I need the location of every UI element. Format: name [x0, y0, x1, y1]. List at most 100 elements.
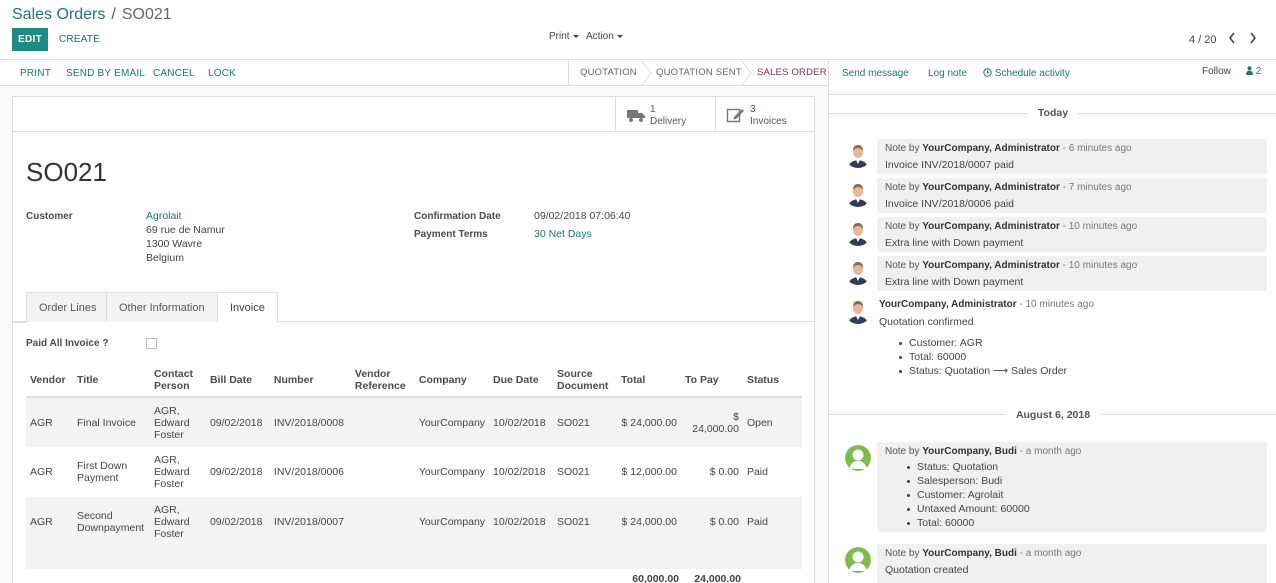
- stage-quotation[interactable]: QUOTATION: [580, 60, 637, 86]
- tracking-value: Total: 60000: [899, 350, 1067, 364]
- message-author[interactable]: YourCompany, Administrator: [922, 182, 1060, 193]
- table-row[interactable]: AGR First Down Payment AGR, Edward Foste…: [26, 447, 802, 497]
- avatar[interactable]: [845, 181, 871, 207]
- table-empty-row: [26, 547, 802, 569]
- message-time: - a month ago: [1016, 446, 1082, 457]
- column-header-vendor[interactable]: Vendor: [26, 363, 73, 398]
- cell-company: YourCompany: [418, 466, 486, 478]
- message-author[interactable]: YourCompany, Administrator: [922, 143, 1060, 154]
- avatar[interactable]: [845, 298, 871, 324]
- invoices-smart-button[interactable]: 3 Invoices: [715, 97, 815, 132]
- chevron-right-icon[interactable]: [1246, 31, 1260, 47]
- stage-quotation-sent[interactable]: QUOTATION SENT: [656, 60, 742, 86]
- cell-title: Second Downpayment: [72, 497, 150, 547]
- tab-invoice[interactable]: Invoice: [217, 292, 278, 323]
- tracking-value: Status: Quotation ⟶ Sales Order: [899, 364, 1067, 378]
- cell-due-date: 10/02/2018: [493, 466, 546, 478]
- invoices-label: Invoices: [750, 116, 787, 127]
- edit-button[interactable]: EDIT: [12, 28, 48, 51]
- cancel-button[interactable]: CANCEL: [153, 68, 195, 79]
- cell-total: $ 24,000.00: [617, 397, 681, 447]
- delivery-label: Delivery: [650, 116, 687, 127]
- lock-button[interactable]: LOCK: [208, 68, 236, 79]
- cell-status: Open: [742, 397, 802, 447]
- paid-all-invoice-checkbox[interactable]: [146, 338, 157, 349]
- avatar[interactable]: [845, 220, 871, 246]
- cell-total: $ 24,000.00: [617, 497, 681, 547]
- cell-source-document: SO021: [553, 497, 618, 547]
- control-panel: Sales Orders / SO021 EDIT CREATE Print Act…: [0, 0, 1276, 60]
- message: YourCompany, Administrator - 10 minutes …: [877, 295, 1267, 385]
- stage-sales-order: SALES ORDER: [757, 67, 827, 78]
- breadcrumb-sales-orders[interactable]: Sales Orders: [12, 6, 105, 23]
- column-header-status[interactable]: Status: [742, 363, 802, 398]
- send-by-email-button[interactable]: SEND BY EMAIL: [66, 68, 145, 79]
- tracking-values: Status: Quotation Salesperson: Budi Cust…: [907, 460, 1030, 530]
- table-row[interactable]: AGR Final Invoice AGR, Edward Foster 09/…: [26, 397, 802, 447]
- message-body: Extra line with Down payment: [885, 276, 1024, 288]
- message-note: Note by YourCompany, Administrator - 10 …: [877, 217, 1267, 252]
- message-prefix: Note by: [885, 182, 923, 193]
- customer-link[interactable]: Agrolait: [146, 210, 182, 222]
- person-photo-icon: [845, 142, 871, 168]
- message-author[interactable]: YourCompany, Budi: [922, 446, 1017, 457]
- chevron-left-icon[interactable]: [1225, 31, 1239, 47]
- column-header-to-pay[interactable]: To Pay: [680, 363, 743, 398]
- followers-count: 2: [1255, 66, 1262, 77]
- message-prefix: Note by: [885, 221, 923, 232]
- log-note-button[interactable]: Log note: [928, 68, 967, 79]
- tab-order-lines[interactable]: Order Lines: [26, 292, 110, 322]
- column-header-company[interactable]: Company: [414, 363, 490, 398]
- schedule-activity-button[interactable]: Schedule activity: [983, 68, 1070, 79]
- smart-button-bar: 1 Delivery 3 Invoices: [13, 97, 814, 132]
- cell-vendor-reference: [351, 447, 415, 497]
- send-message-button[interactable]: Send message: [842, 68, 909, 79]
- form-sheet: 1 Delivery 3 Invoices SO021 Customer Agr…: [12, 96, 815, 583]
- column-header-bill-date[interactable]: Bill Date: [205, 363, 270, 398]
- cell-company: YourCompany: [414, 497, 490, 547]
- date-separator-label: Today: [1027, 107, 1079, 119]
- avatar[interactable]: [845, 259, 871, 285]
- follow-button[interactable]: Follow: [1202, 66, 1231, 77]
- cell-number: INV/2018/0006: [273, 466, 344, 478]
- cell-due-date: 10/02/2018: [489, 497, 554, 547]
- cell-title: First Down Payment: [76, 460, 128, 484]
- column-header-title[interactable]: Title: [72, 363, 150, 398]
- avatar[interactable]: [845, 445, 871, 471]
- date-separator: August 6, 2018: [829, 409, 1276, 421]
- avatar[interactable]: [845, 547, 871, 573]
- message-prefix: Note by: [885, 260, 923, 271]
- cell-number: INV/2018/0007: [269, 497, 351, 547]
- delivery-count: 1: [650, 104, 656, 115]
- create-button[interactable]: CREATE: [59, 34, 100, 45]
- cell-vendor-reference: [350, 497, 415, 547]
- pager-value[interactable]: 4 / 20: [1189, 34, 1217, 46]
- column-header-total[interactable]: Total: [617, 363, 681, 398]
- cell-vendor: AGR: [30, 466, 53, 478]
- message-author[interactable]: YourCompany, Administrator: [879, 299, 1017, 310]
- action-dropdown[interactable]: Action: [586, 31, 623, 42]
- message-author[interactable]: YourCompany, Administrator: [922, 260, 1060, 271]
- table-row[interactable]: AGR Second Downpayment AGR, Edward Foste…: [26, 497, 802, 547]
- print-dropdown[interactable]: Print: [549, 31, 579, 42]
- caret-down-icon: [572, 34, 579, 38]
- tab-other-information[interactable]: Other Information: [106, 292, 218, 322]
- cell-vendor: AGR: [26, 397, 73, 447]
- avatar[interactable]: [845, 142, 871, 168]
- column-header-contact-person[interactable]: Contact Person: [149, 363, 206, 398]
- print-button[interactable]: PRINT: [20, 68, 51, 79]
- cell-source-document: SO021: [553, 397, 618, 447]
- cell-number: INV/2018/0008: [269, 397, 351, 447]
- column-header-due-date[interactable]: Due Date: [489, 363, 554, 398]
- column-header-vendor-reference[interactable]: Vendor Reference: [350, 363, 415, 398]
- delivery-smart-button[interactable]: 1 Delivery: [615, 97, 715, 132]
- clock-icon: [983, 68, 992, 77]
- column-header-number[interactable]: Number: [269, 363, 351, 398]
- message-author[interactable]: YourCompany, Budi: [922, 548, 1017, 559]
- cell-status: Paid: [746, 466, 768, 478]
- message-header: Note by YourCompany, Administrator - 6 m…: [885, 143, 1132, 154]
- payment-terms-link[interactable]: 30 Net Days: [534, 228, 592, 240]
- followers-button[interactable]: 2: [1246, 66, 1261, 77]
- column-header-source-document[interactable]: Source Document: [553, 363, 618, 398]
- message-author[interactable]: YourCompany, Administrator: [922, 221, 1060, 232]
